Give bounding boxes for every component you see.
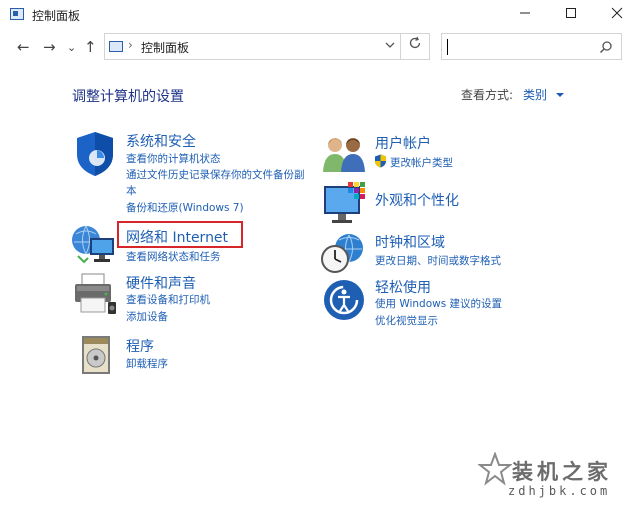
link-change-account-type[interactable]: 更改帐户类型 — [390, 155, 453, 170]
control-panel-icon — [10, 8, 24, 20]
link-devices-printers[interactable]: 查看设备和打印机 — [126, 292, 210, 307]
dropdown-arrow-icon — [555, 93, 564, 97]
minimize-button[interactable] — [502, 0, 548, 30]
watermark-url: zdhjbk.com — [508, 484, 611, 498]
link-windows-suggested-settings[interactable]: 使用 Windows 建议的设置 — [375, 296, 502, 311]
link-add-device[interactable]: 添加设备 — [126, 309, 168, 324]
category-clock-region[interactable]: 时钟和区域 — [375, 232, 445, 252]
link-uninstall-program[interactable]: 卸载程序 — [126, 356, 168, 371]
link-view-computer-status[interactable]: 查看你的计算机状态 — [126, 151, 221, 166]
search-input[interactable] — [441, 33, 622, 60]
control-panel-icon — [109, 41, 123, 52]
appearance-icon — [324, 182, 365, 223]
category-system-security[interactable]: 系统和安全 — [126, 131, 196, 151]
forward-button[interactable]: → — [43, 38, 56, 56]
shield-icon — [77, 132, 113, 176]
link-file-history-backup-wrap[interactable]: 本 — [126, 183, 137, 198]
refresh-button[interactable] — [400, 34, 429, 59]
link-change-date-time[interactable]: 更改日期、时间或数字格式 — [375, 253, 501, 268]
view-by-value: 类别 — [523, 88, 548, 102]
view-by-label: 查看方式: — [461, 88, 514, 102]
link-backup-restore[interactable]: 备份和还原(Windows 7) — [126, 200, 244, 215]
chevron-down-icon[interactable] — [385, 38, 395, 55]
category-appearance[interactable]: 外观和个性化 — [375, 190, 459, 210]
watermark: 装机之家 zdhjbk.com — [478, 452, 628, 502]
address-bar[interactable]: › 控制面板 — [104, 33, 430, 60]
category-programs[interactable]: 程序 — [126, 336, 154, 356]
breadcrumb-control-panel[interactable]: 控制面板 — [141, 39, 189, 56]
up-button[interactable]: ↑ — [84, 38, 97, 56]
search-icon — [599, 41, 612, 54]
text-cursor — [447, 39, 448, 55]
ease-of-access-icon — [324, 280, 364, 320]
category-user-accounts[interactable]: 用户帐户 — [375, 133, 431, 153]
star-logo-icon — [478, 452, 512, 486]
maximize-icon — [566, 8, 576, 18]
uac-shield-icon — [375, 154, 386, 168]
window-title: 控制面板 — [32, 9, 81, 23]
back-button[interactable]: ← — [17, 38, 30, 56]
watermark-title: 装机之家 — [512, 460, 612, 484]
breadcrumb-separator: › — [128, 38, 133, 52]
refresh-icon — [409, 36, 421, 49]
view-by-dropdown[interactable]: 类别 — [523, 86, 565, 103]
programs-icon — [82, 336, 110, 374]
user-accounts-icon — [323, 138, 365, 172]
link-file-history-backup[interactable]: 通过文件历史记录保存你的文件备份副 — [126, 167, 305, 182]
link-optimize-visual-display[interactable]: 优化视觉显示 — [375, 313, 438, 328]
title-bar: 控制面板 — [0, 0, 640, 30]
close-icon — [611, 7, 623, 19]
category-hardware-sound[interactable]: 硬件和声音 — [126, 273, 196, 293]
recent-locations-button[interactable]: ⌄ — [67, 39, 76, 57]
category-ease-of-access[interactable]: 轻松使用 — [375, 277, 431, 297]
printer-icon — [75, 273, 116, 314]
minimize-icon — [520, 12, 530, 14]
maximize-button[interactable] — [548, 0, 594, 30]
category-network-internet[interactable]: 网络和 Internet — [126, 227, 228, 247]
page-title: 调整计算机的设置 — [72, 89, 184, 105]
network-globe-icon — [72, 225, 114, 264]
clock-globe-icon — [321, 234, 363, 273]
close-button[interactable] — [594, 0, 640, 30]
link-network-status[interactable]: 查看网络状态和任务 — [126, 249, 221, 264]
